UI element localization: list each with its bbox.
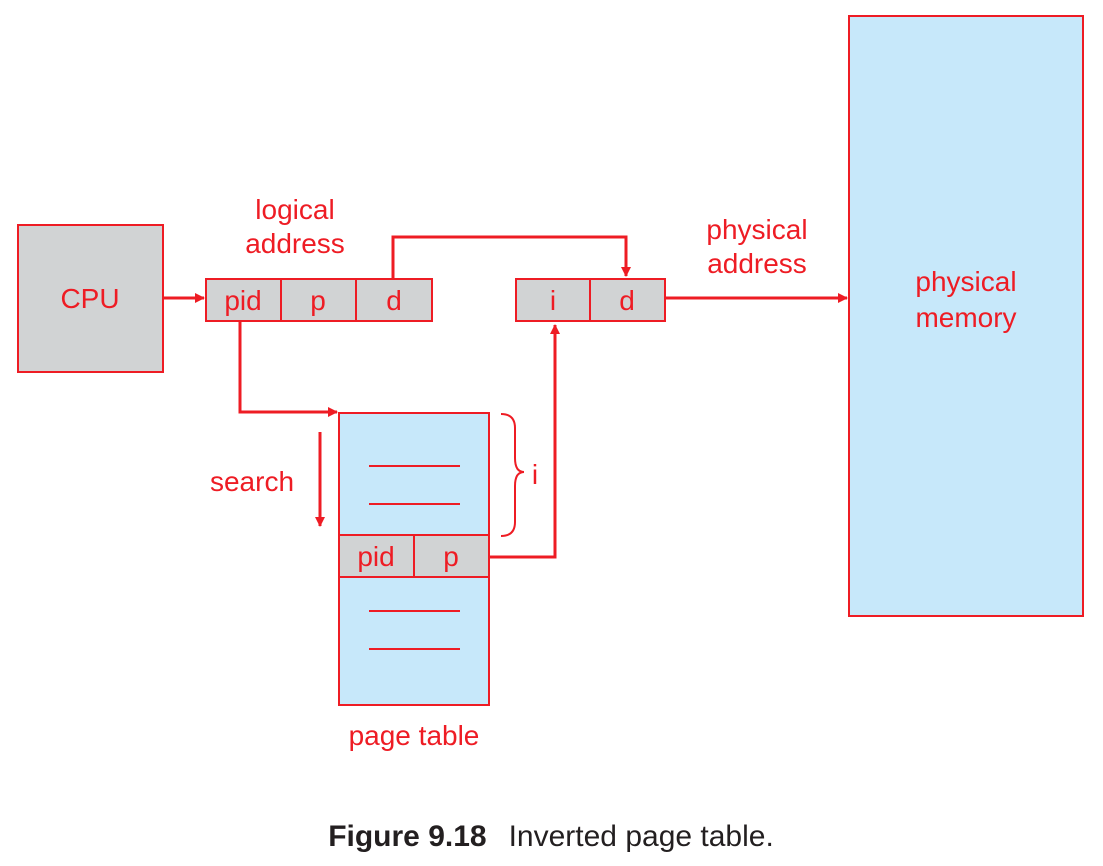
- page-table: pid p: [338, 412, 490, 706]
- logical-field-pid: pid: [224, 285, 261, 316]
- page-table-matched-entry: pid p: [338, 534, 490, 578]
- page-table-label: page table: [349, 720, 480, 751]
- physical-memory-label-line2: memory: [915, 302, 1016, 333]
- index-brace-icon: [500, 413, 525, 537]
- caption-figure-number: Figure 9.18: [328, 820, 486, 853]
- index-label: i: [532, 459, 538, 490]
- logical-address-label-line1: logical: [255, 194, 334, 225]
- physical-field-d: d: [619, 285, 635, 316]
- entry-to-index-arrow: [489, 324, 560, 559]
- pid-to-page-table-arrow: [238, 321, 338, 417]
- physical-address-register: i d: [515, 278, 666, 322]
- cpu-box: CPU: [17, 224, 164, 373]
- cpu-label: CPU: [60, 283, 119, 314]
- inverted-page-table-diagram: CPU logical address pid p d physical add…: [17, 15, 1084, 853]
- logical-address-label-line2: address: [245, 228, 345, 259]
- entry-field-pid: pid: [357, 541, 394, 572]
- logical-field-p: p: [310, 285, 326, 316]
- physical-address-label-line1: physical: [706, 214, 807, 245]
- logical-field-d: d: [386, 285, 402, 316]
- figure-caption: Figure 9.18 Inverted page table.: [328, 820, 774, 853]
- offset-copy-arrow: [391, 235, 631, 279]
- logical-address-register: pid p d: [205, 278, 433, 322]
- physical-memory: physical memory: [848, 15, 1084, 617]
- physical-field-i: i: [550, 285, 556, 316]
- entry-field-p: p: [443, 541, 459, 572]
- physical-address-label-line2: address: [707, 248, 807, 279]
- search-label: search: [210, 466, 294, 497]
- caption-text: Inverted page table.: [509, 820, 774, 853]
- physical-memory-label-line1: physical: [915, 266, 1016, 297]
